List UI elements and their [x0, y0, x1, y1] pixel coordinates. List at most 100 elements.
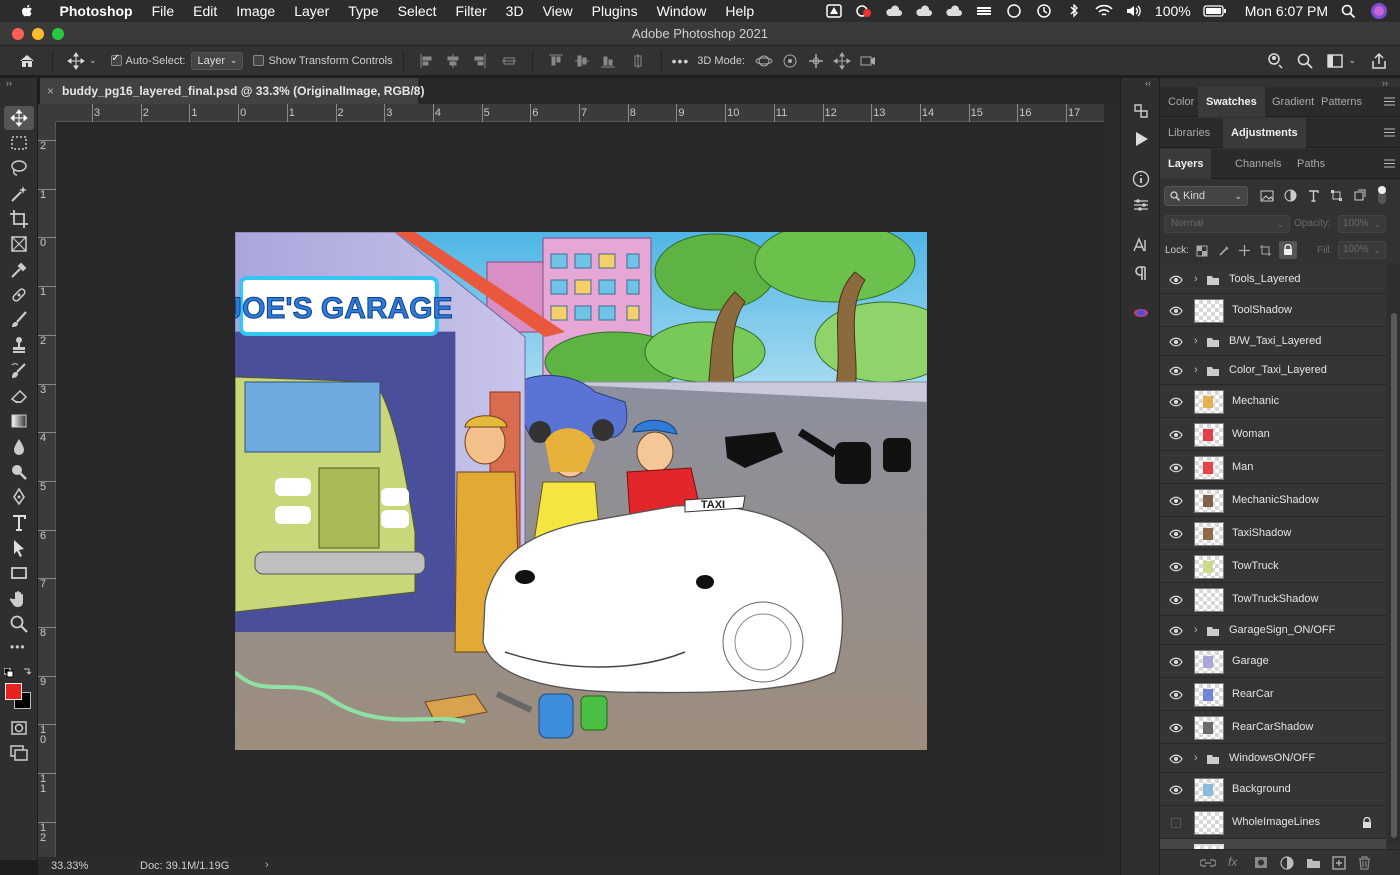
history-icon[interactable] — [1035, 4, 1053, 18]
layer-thumbnail[interactable] — [1194, 777, 1224, 802]
layer-name[interactable]: Man — [1232, 461, 1253, 473]
zoom-tool-icon[interactable] — [9, 614, 29, 634]
layer-thumbnail[interactable] — [1194, 298, 1224, 323]
panel-menu-icon-2[interactable] — [1384, 128, 1395, 137]
layer-name[interactable]: WindowsON/OFF — [1229, 752, 1315, 764]
tab-paths[interactable]: Paths — [1289, 149, 1333, 179]
filter-smart-object-icon[interactable] — [1353, 189, 1366, 202]
layer-name[interactable]: GarageSign_ON/OFF — [1229, 624, 1335, 636]
expand-group-chevron-icon[interactable]: › — [1194, 752, 1198, 764]
swap-colors-icon[interactable] — [22, 667, 32, 677]
vertical-ruler[interactable]: 2101234567891 01 11 2 — [38, 122, 56, 860]
lock-image-icon[interactable] — [1218, 245, 1230, 257]
canvas-vertical-scrollbar[interactable] — [1104, 104, 1120, 860]
align-top-icon[interactable] — [547, 52, 565, 70]
path-selection-tool-icon[interactable] — [9, 538, 29, 558]
menu-select[interactable]: Select — [388, 0, 446, 22]
preset-chevron-icon[interactable]: ⌄ — [89, 55, 97, 66]
orbit-3d-icon[interactable] — [755, 52, 773, 70]
lock-transparent-icon[interactable] — [1196, 245, 1208, 257]
layer-thumbnail[interactable] — [1194, 422, 1224, 447]
close-window-button[interactable] — [12, 28, 24, 40]
visibility-eye-icon[interactable] — [1169, 337, 1183, 347]
layer-row[interactable]: RearCarShadow — [1160, 711, 1386, 744]
share-icon[interactable] — [1370, 52, 1388, 70]
layer-row[interactable]: Woman — [1160, 418, 1386, 451]
share-user-icon[interactable] — [1266, 52, 1284, 70]
layer-group-row[interactable]: › B/W_Taxi_Layered — [1160, 327, 1386, 356]
collapse-dock-icon[interactable]: ‹‹ — [1145, 78, 1151, 88]
visibility-eye-icon[interactable] — [1169, 657, 1183, 667]
zoom-level[interactable]: 33.33% — [51, 860, 88, 872]
tab-patterns[interactable]: Patterns — [1313, 87, 1370, 117]
history-brush-tool-icon[interactable] — [9, 361, 29, 381]
visibility-eye-icon[interactable] — [1169, 562, 1183, 572]
search-icon[interactable] — [1296, 52, 1314, 70]
move-tool-preset-icon[interactable] — [67, 51, 85, 70]
libraries-cloud-icon[interactable] — [1132, 304, 1150, 322]
siri-icon[interactable] — [1370, 2, 1388, 20]
cloud-icon-3[interactable] — [945, 4, 963, 18]
filter-toggle-switch[interactable] — [1378, 186, 1386, 204]
layer-name[interactable]: WholeImageLines — [1232, 816, 1320, 828]
hand-tool-icon[interactable] — [9, 589, 29, 609]
layer-name[interactable]: Garage — [1232, 655, 1269, 667]
expand-group-chevron-icon[interactable]: › — [1194, 335, 1198, 347]
layer-row[interactable]: ToolShadow — [1160, 294, 1386, 327]
layer-thumbnail[interactable] — [1194, 455, 1224, 480]
visibility-eye-icon[interactable] — [1169, 366, 1183, 376]
lock-artboard-icon[interactable] — [1259, 244, 1272, 257]
visibility-eye-icon[interactable] — [1169, 690, 1183, 700]
visibility-eye-icon[interactable] — [1169, 595, 1183, 605]
blend-mode-dropdown[interactable]: Normal ⌄ — [1164, 215, 1290, 233]
tab-swatches[interactable]: Swatches — [1198, 87, 1265, 117]
new-layer-icon[interactable] — [1332, 856, 1346, 870]
layer-name[interactable]: Woman — [1232, 428, 1270, 440]
layer-thumbnail[interactable] — [1194, 488, 1224, 513]
screen-mode-icon[interactable] — [9, 743, 29, 763]
ruler-origin[interactable] — [38, 104, 56, 122]
link-layers-icon[interactable] — [1200, 857, 1216, 869]
align-left-icon[interactable] — [418, 52, 436, 70]
bluetooth-icon[interactable] — [1065, 4, 1083, 18]
add-mask-icon[interactable] — [1254, 856, 1268, 869]
scale-3d-icon[interactable] — [859, 52, 877, 70]
tab-color[interactable]: Color — [1160, 87, 1202, 117]
filter-shape-icon[interactable] — [1330, 189, 1343, 202]
default-colors-icon[interactable] — [4, 668, 14, 678]
clone-stamp-tool-icon[interactable] — [9, 335, 29, 355]
layer-row[interactable]: TaxiShadow — [1160, 517, 1386, 550]
brush-tool-icon[interactable] — [9, 310, 29, 330]
layer-name[interactable]: Tools_Layered — [1229, 273, 1301, 285]
status-menu-chevron-icon[interactable]: › — [265, 859, 269, 871]
lock-all-button[interactable] — [1279, 241, 1297, 259]
visibility-eye-icon[interactable] — [1169, 397, 1183, 407]
layer-thumbnail[interactable] — [1194, 389, 1224, 414]
tab-gradients[interactable]: Gradient — [1264, 87, 1316, 117]
spotlight-search-icon[interactable] — [1340, 4, 1358, 18]
crop-tool-icon[interactable] — [9, 209, 29, 229]
layer-filter-dropdown[interactable]: Kind ⌄ — [1164, 186, 1248, 206]
fill-input[interactable]: 100% ⌄ — [1338, 241, 1386, 259]
auto-select-target-dropdown[interactable]: Layer ⌄ — [191, 51, 244, 70]
eyedropper-tool-icon[interactable] — [9, 260, 29, 280]
home-icon[interactable] — [18, 52, 36, 70]
history-panel-icon[interactable] — [1132, 102, 1150, 120]
menu-window[interactable]: Window — [647, 0, 716, 22]
expand-group-chevron-icon[interactable]: › — [1194, 273, 1198, 285]
quick-mask-icon[interactable] — [9, 718, 29, 738]
layer-group-row[interactable]: › Color_Taxi_Layered — [1160, 356, 1386, 385]
auto-select-checkbox[interactable] — [110, 53, 122, 66]
visibility-eye-icon[interactable] — [1169, 754, 1183, 764]
visibility-eye-icon[interactable] — [1169, 626, 1183, 636]
blur-tool-icon[interactable] — [9, 437, 29, 457]
layer-group-row[interactable]: › WindowsON/OFF — [1160, 744, 1386, 773]
filter-type-icon[interactable] — [1307, 189, 1320, 202]
align-right-icon[interactable] — [470, 52, 488, 70]
type-tool-icon[interactable] — [9, 513, 29, 533]
tab-libraries[interactable]: Libraries — [1160, 118, 1218, 148]
visibility-eye-icon[interactable] — [1169, 463, 1183, 473]
visibility-eye-icon[interactable] — [1169, 430, 1183, 440]
layer-group-row[interactable]: › GarageSign_ON/OFF — [1160, 616, 1386, 645]
menubar-clock[interactable]: Mon 6:07 PM — [1245, 3, 1328, 19]
